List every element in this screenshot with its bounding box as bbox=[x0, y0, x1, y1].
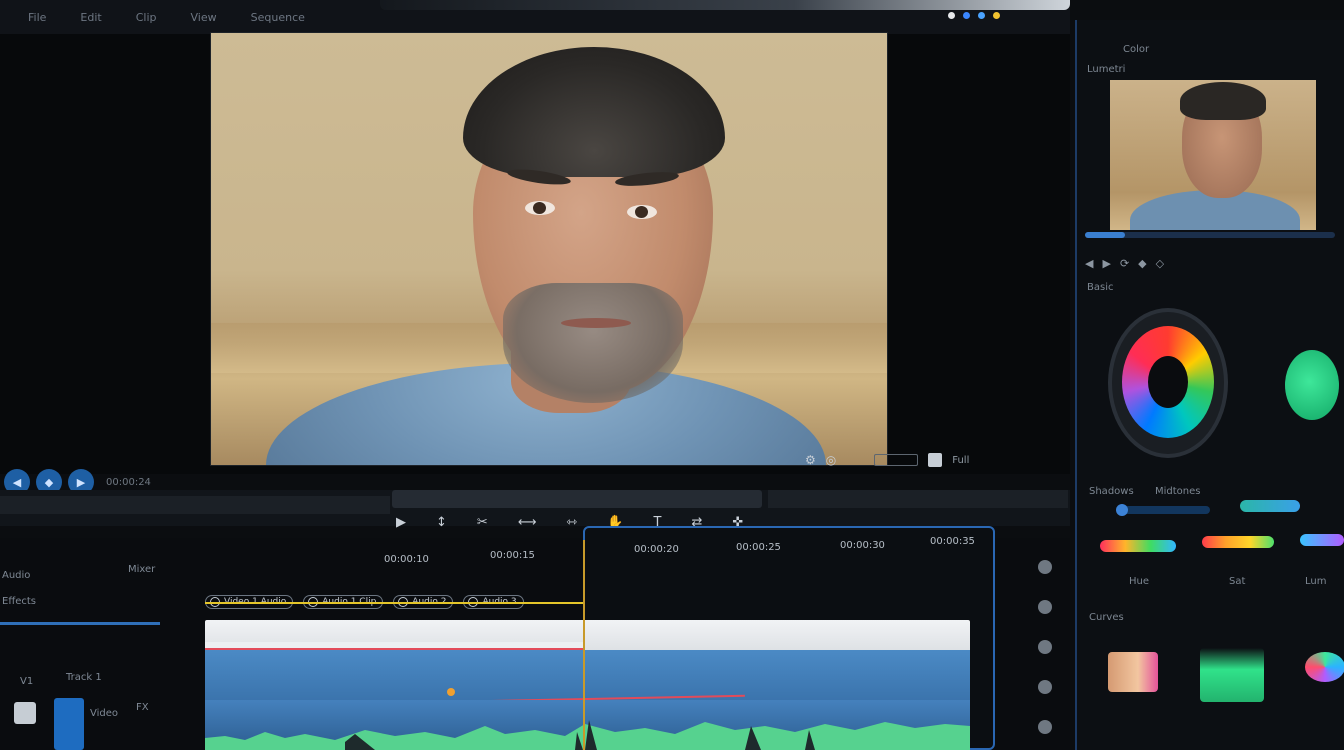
window-dot-2-icon[interactable] bbox=[963, 12, 970, 19]
slider-blue[interactable] bbox=[1120, 506, 1210, 514]
subject-left-eye bbox=[525, 201, 555, 215]
ruler-label: 00:00:15 bbox=[490, 550, 535, 561]
program-monitor-video[interactable] bbox=[210, 32, 888, 466]
subject-beard bbox=[503, 283, 683, 403]
keyframe-icon[interactable] bbox=[447, 688, 455, 696]
subject-mouth bbox=[561, 318, 631, 328]
add-marker-icon[interactable] bbox=[1038, 640, 1052, 654]
label-lum: Lum bbox=[1305, 576, 1327, 587]
track-header-label: Audio bbox=[2, 570, 31, 581]
section-label-basic: Basic bbox=[1087, 282, 1114, 293]
color-wheel-midtones[interactable] bbox=[1285, 350, 1339, 420]
label-midtones: Midtones bbox=[1155, 486, 1201, 497]
curve-swatch-green[interactable] bbox=[1200, 648, 1264, 702]
track-header-label: Video bbox=[90, 708, 119, 719]
monitor-options: ⚙ ◎ Full bbox=[805, 448, 1070, 472]
monitor-timecode: 00:00:24 bbox=[106, 476, 151, 488]
timeline-ruler: 00:00:10 00:00:15 00:00:20 00:00:25 00:0… bbox=[380, 536, 980, 565]
ripple-tool-icon[interactable]: ⟷ bbox=[518, 515, 537, 530]
track-target-icon[interactable] bbox=[54, 698, 84, 750]
track-header-label: Track 1 bbox=[66, 672, 102, 683]
lum-bar[interactable] bbox=[1300, 534, 1344, 546]
window-chrome bbox=[380, 0, 1070, 10]
reference-monitor-thumbnail[interactable] bbox=[1110, 80, 1316, 230]
fit-icon[interactable] bbox=[928, 453, 943, 467]
color-wheel-shadows[interactable] bbox=[1112, 312, 1224, 454]
ruler-label: 00:00:10 bbox=[384, 554, 429, 565]
menu-item-edit[interactable]: Edit bbox=[80, 11, 101, 24]
track-header-label: Effects bbox=[2, 596, 36, 607]
panel-title: Color bbox=[1123, 44, 1150, 55]
ruler-label: 00:00:20 bbox=[634, 544, 679, 555]
mark-in-icon[interactable]: ◆ bbox=[1138, 257, 1146, 270]
panel-subtitle: Lumetri bbox=[1087, 64, 1126, 75]
reference-scrubber[interactable] bbox=[1085, 232, 1335, 238]
zoom-icon[interactable] bbox=[1038, 720, 1052, 734]
menu-bar: File Edit Clip View Sequence bbox=[0, 0, 1070, 34]
label-shadows: Shadows bbox=[1089, 486, 1134, 497]
slider-teal[interactable] bbox=[1240, 500, 1300, 512]
resolution-label[interactable]: Full bbox=[952, 455, 969, 466]
reference-transport: ◀ ▶ ⟳ ◆ ◇ bbox=[1085, 254, 1340, 272]
loop-icon[interactable]: ⟳ bbox=[1120, 257, 1129, 270]
playhead[interactable] bbox=[583, 540, 585, 750]
linked-selection-icon[interactable] bbox=[1038, 600, 1052, 614]
ring-icon[interactable]: ◎ bbox=[826, 453, 836, 467]
menu-item-sequence[interactable]: Sequence bbox=[251, 11, 305, 24]
track-header-divider bbox=[0, 622, 160, 625]
curve-swatch-warm[interactable] bbox=[1108, 652, 1158, 692]
audio-waveform bbox=[205, 720, 970, 750]
subject-hair bbox=[463, 47, 725, 177]
menu-item-view[interactable]: View bbox=[191, 11, 217, 24]
ruler-label: 00:00:25 bbox=[736, 542, 781, 553]
sequence-name-field[interactable] bbox=[392, 490, 762, 508]
track-header-label: FX bbox=[136, 702, 149, 713]
thumb-hair bbox=[1180, 82, 1266, 120]
track-lock-icon[interactable] bbox=[14, 702, 36, 724]
color-wheel-center bbox=[1148, 356, 1188, 408]
zoom-field[interactable] bbox=[874, 454, 919, 466]
play-icon[interactable]: ▶ bbox=[1102, 257, 1110, 270]
track-header-label: V1 bbox=[20, 676, 34, 687]
mark-out-icon[interactable]: ◇ bbox=[1156, 257, 1164, 270]
curve-swatch-rainbow[interactable] bbox=[1305, 652, 1344, 682]
hue-bar[interactable] bbox=[1100, 540, 1176, 552]
ruler-label: 00:00:30 bbox=[840, 540, 885, 551]
window-dot-3-icon[interactable] bbox=[978, 12, 985, 19]
wrench-icon[interactable]: ⚙ bbox=[805, 453, 816, 467]
ruler-label: 00:00:35 bbox=[930, 536, 975, 547]
slider-blue-handle-icon[interactable] bbox=[1116, 504, 1128, 516]
menu-item-clip[interactable]: Clip bbox=[136, 11, 157, 24]
label-hue: Hue bbox=[1129, 576, 1150, 587]
track-headers: Audio Mixer Effects V1 Track 1 A1 Video … bbox=[0, 560, 205, 750]
audio-track-1-clip[interactable] bbox=[205, 650, 970, 700]
snap-icon[interactable] bbox=[1038, 560, 1052, 574]
window-dot-4-icon[interactable] bbox=[993, 12, 1000, 19]
sat-bar[interactable] bbox=[1202, 536, 1274, 548]
selection-tool-icon[interactable]: ▶ bbox=[396, 515, 406, 530]
menu-item-file[interactable]: File bbox=[28, 11, 46, 24]
source-bar bbox=[0, 496, 390, 514]
window-dot-1-icon[interactable] bbox=[948, 12, 955, 19]
program-bar bbox=[768, 490, 1068, 508]
track-header-label: Mixer bbox=[128, 564, 156, 575]
settings-icon[interactable] bbox=[1038, 680, 1052, 694]
section-label-curves: Curves bbox=[1089, 612, 1124, 623]
window-controls bbox=[948, 12, 1000, 19]
razor-tool-icon[interactable]: ✂ bbox=[477, 515, 488, 530]
label-sat: Sat bbox=[1229, 576, 1246, 587]
subject-right-eye bbox=[627, 205, 657, 219]
work-area-bar[interactable] bbox=[205, 602, 585, 604]
track-select-tool-icon[interactable]: ↕ bbox=[436, 515, 447, 530]
slip-tool-icon[interactable]: ⇿ bbox=[566, 515, 577, 530]
step-back-icon[interactable]: ◀ bbox=[1085, 257, 1093, 270]
timeline-side-icons bbox=[1030, 560, 1060, 750]
